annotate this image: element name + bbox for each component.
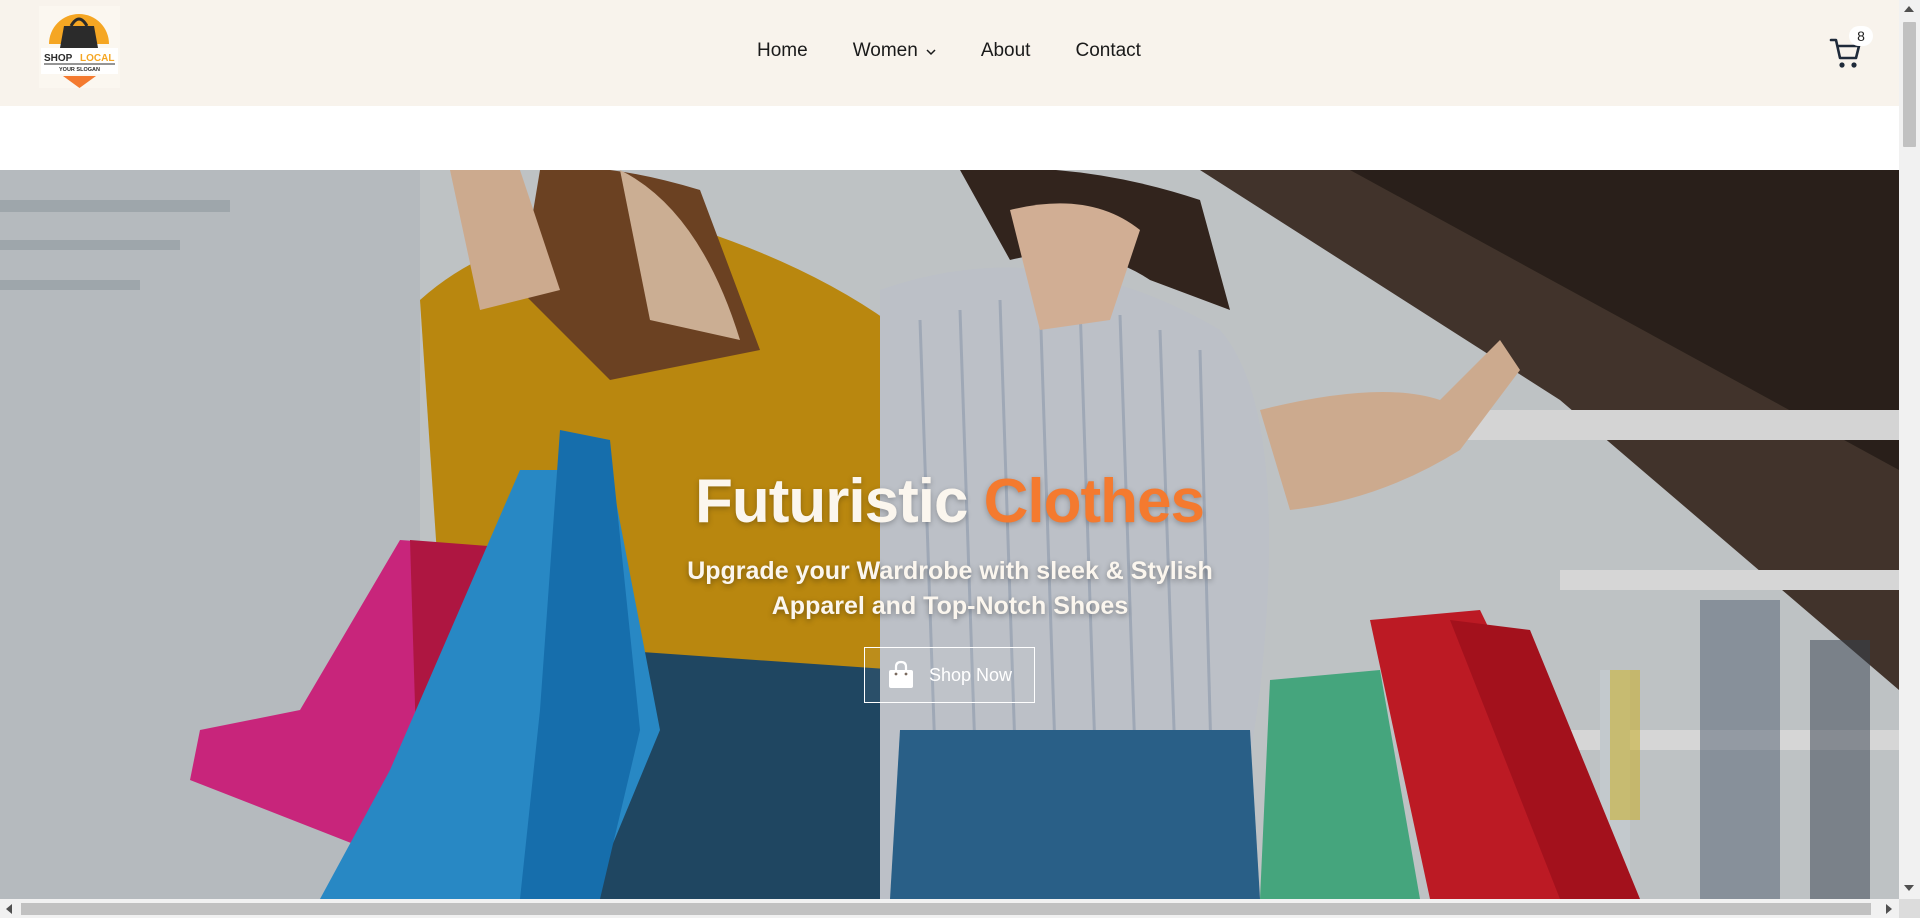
hero-title-accent: Clothes (983, 467, 1205, 536)
main-nav: Home Women About Contact (757, 40, 1141, 62)
nav-women-label: Women (852, 40, 918, 61)
logo-slogan: YOUR SLOGAN (59, 67, 100, 73)
nav-contact-label: Contact (1075, 40, 1141, 61)
scrollbar-corner (1899, 899, 1920, 918)
scroll-down-arrow-icon[interactable] (1904, 885, 1914, 891)
nav-home-label: Home (757, 40, 808, 61)
chevron-down-icon (926, 48, 936, 55)
header-spacer (0, 106, 1899, 170)
hero-title-part1: Futuristic (694, 467, 968, 536)
page: SHOP LOCAL YOUR SLOGAN Home Women About … (0, 0, 1899, 899)
horizontal-scroll-thumb[interactable] (21, 903, 1871, 915)
scroll-up-arrow-icon[interactable] (1904, 6, 1914, 12)
hero-subtitle: Upgrade your Wardrobe with sleek & Styli… (687, 557, 1213, 620)
site-header: SHOP LOCAL YOUR SLOGAN Home Women About … (0, 0, 1899, 106)
hero-section: Futuristic Clothes Upgrade your Wardrobe… (0, 170, 1899, 899)
logo-brand-word2: LOCAL (80, 53, 114, 64)
nav-women[interactable]: Women (853, 40, 936, 62)
nav-home[interactable]: Home (757, 40, 808, 62)
hero-title: Futuristic Clothes (0, 466, 1899, 537)
shopping-bag-icon (888, 660, 913, 688)
logo-brand-word1: SHOP (44, 53, 73, 64)
logo-graphic: SHOP LOCAL YOUR SLOGAN (39, 6, 120, 88)
vertical-scroll-thumb[interactable] (1903, 22, 1916, 147)
shop-now-button[interactable]: Shop Now (864, 647, 1035, 703)
shop-now-label: Shop Now (928, 664, 1013, 685)
scroll-left-arrow-icon[interactable] (6, 904, 12, 914)
vertical-scrollbar[interactable] (1899, 0, 1920, 899)
horizontal-scrollbar[interactable] (0, 899, 1899, 918)
nav-about[interactable]: About (981, 40, 1031, 62)
nav-contact[interactable]: Contact (1075, 40, 1140, 62)
scroll-right-arrow-icon[interactable] (1886, 904, 1892, 914)
site-logo[interactable]: SHOP LOCAL YOUR SLOGAN (39, 6, 120, 88)
cart-count-badge: 8 (1849, 26, 1873, 46)
nav-about-label: About (980, 40, 1031, 61)
